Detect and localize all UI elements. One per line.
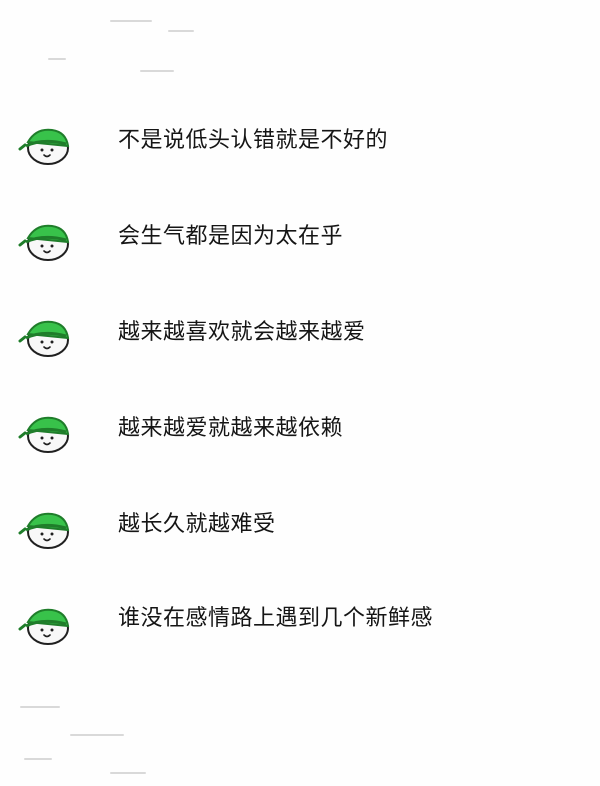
scan-speckle xyxy=(110,772,146,774)
scan-speckle xyxy=(24,758,52,760)
scan-speckle xyxy=(48,58,66,60)
statement-text: 不是说低头认错就是不好的 xyxy=(118,128,389,153)
green-cap-face-icon xyxy=(18,312,76,360)
scan-speckle xyxy=(20,706,60,708)
green-cap-face-icon xyxy=(18,504,76,552)
scan-speckle xyxy=(168,30,194,32)
scan-speckle xyxy=(70,734,124,736)
scan-speckle xyxy=(110,20,152,22)
statement-text: 会生气都是因为太在乎 xyxy=(118,224,344,249)
green-cap-face-icon xyxy=(18,216,76,264)
statement-text: 越来越爱就越来越依赖 xyxy=(118,416,344,441)
green-cap-face-icon xyxy=(18,120,76,168)
page: 不是说低头认错就是不好的 会生气都是因为太在乎 越来越喜欢就会越来越爱 越来越爱… xyxy=(0,0,600,786)
green-cap-face-icon xyxy=(18,408,76,456)
statement-text: 越长久就越难受 xyxy=(118,512,276,537)
green-cap-face-icon xyxy=(18,600,76,648)
scan-speckle xyxy=(140,70,174,72)
statement-text: 越来越喜欢就会越来越爱 xyxy=(118,320,366,345)
statement-text: 谁没在感情路上遇到几个新鲜感 xyxy=(118,606,434,631)
